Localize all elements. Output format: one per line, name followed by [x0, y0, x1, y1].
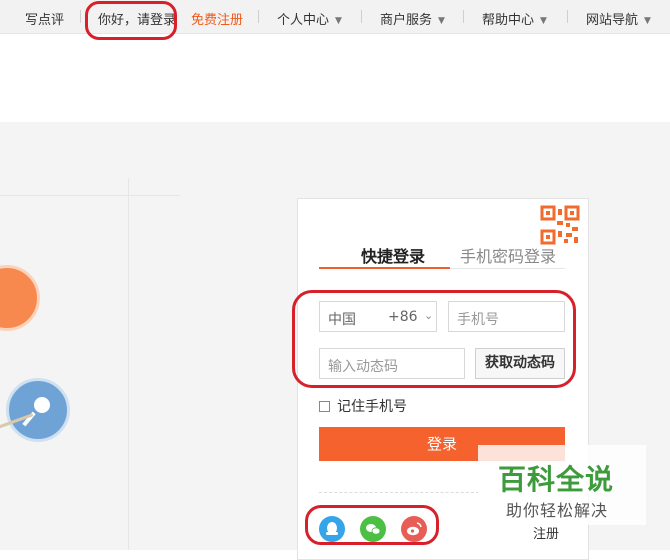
personal-center-label: 个人中心 — [277, 13, 330, 28]
merchant-services-menu[interactable]: 商户服务 ▼ — [380, 9, 445, 28]
qr-code-icon[interactable] — [540, 205, 580, 245]
divider — [361, 10, 362, 23]
divider — [80, 10, 81, 23]
write-review-link[interactable]: 写点评 — [25, 9, 64, 28]
site-nav-label: 网站导航 — [586, 13, 639, 28]
header-band — [0, 34, 670, 122]
checkbox-icon[interactable] — [319, 401, 330, 412]
register-link-bottom[interactable]: 注册 — [533, 523, 559, 542]
merchant-services-label: 商户服务 — [380, 13, 433, 28]
annotation-highlight-social — [305, 505, 439, 545]
site-nav-menu[interactable]: 网站导航 ▼ — [586, 9, 651, 28]
annotation-highlight-form — [292, 290, 576, 388]
register-link[interactable]: 免费注册 — [191, 9, 243, 28]
active-tab-indicator — [319, 267, 450, 269]
annotation-highlight-login — [85, 1, 177, 40]
remember-phone-label: 记住手机号 — [337, 399, 407, 415]
remember-phone-checkbox[interactable]: 记住手机号 — [319, 396, 407, 416]
microphone-icon — [22, 397, 50, 427]
help-center-label: 帮助中心 — [482, 13, 535, 28]
watermark-subtitle: 助你轻松解决 — [506, 501, 609, 520]
chevron-down-icon: ▼ — [335, 16, 342, 26]
decorative-line — [0, 195, 180, 196]
divider — [319, 492, 479, 493]
decorative-line — [128, 178, 129, 550]
divider — [258, 10, 259, 23]
help-center-menu[interactable]: 帮助中心 ▼ — [482, 9, 547, 28]
chevron-down-icon: ▼ — [438, 16, 445, 26]
tab-quick-login[interactable]: 快捷登录 — [361, 243, 425, 267]
chevron-down-icon: ▼ — [644, 16, 651, 26]
decorative-microphone-icon — [6, 378, 70, 442]
divider — [567, 10, 568, 23]
divider — [463, 10, 464, 23]
personal-center-menu[interactable]: 个人中心 ▼ — [277, 9, 342, 28]
watermark-title: 百科全说 — [498, 463, 615, 496]
tab-password-login[interactable]: 手机密码登录 — [460, 243, 556, 267]
chevron-down-icon: ▼ — [540, 16, 547, 26]
